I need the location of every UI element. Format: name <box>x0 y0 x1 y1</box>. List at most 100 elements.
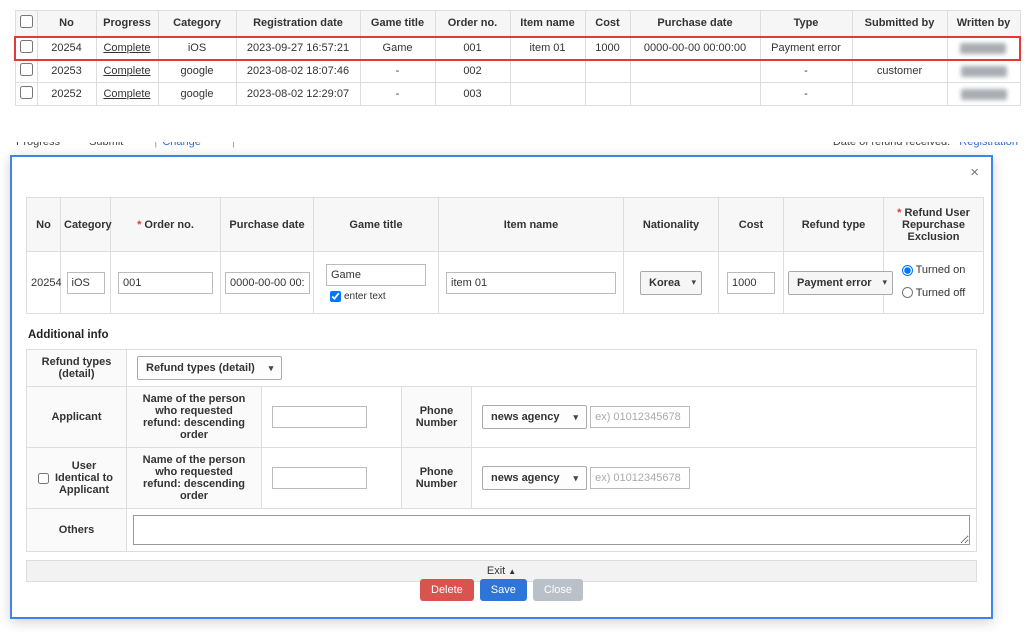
form-value-row: 20254 enter text <box>27 252 984 314</box>
col-header-item-name: Item name <box>510 11 585 37</box>
enter-text-option[interactable]: enter text <box>318 291 434 302</box>
col-header-type: Type <box>760 11 852 37</box>
form-header-game-title: Game title <box>314 198 439 252</box>
user-identical-checkbox[interactable] <box>38 473 49 484</box>
turned-off-label: Turned off <box>916 284 966 303</box>
turned-off-option[interactable]: Turned off <box>902 284 966 303</box>
form-header-row: No Category * Order no. Purchase date Ga… <box>27 198 984 252</box>
progress-link[interactable]: Complete <box>103 42 150 54</box>
turned-on-radio[interactable] <box>902 265 913 276</box>
required-mark: * <box>137 219 141 231</box>
cost-input[interactable] <box>727 272 775 294</box>
form-header-nationality: Nationality <box>624 198 719 252</box>
page: No Progress Category Registration date G… <box>0 0 1033 633</box>
form-header-order-no: * Order no. <box>111 198 221 252</box>
refund-received-label: Date of refund received: <box>833 142 950 148</box>
user-identical-label: User Identical to Applicant <box>53 460 115 496</box>
user-identical-cell: User Identical to Applicant <box>27 448 127 509</box>
applicant-phone-label: Phone Number <box>402 387 472 448</box>
applicant-name-input[interactable] <box>272 406 367 428</box>
turned-on-option[interactable]: Turned on <box>902 261 966 280</box>
chevron-up-icon: ▲ <box>508 567 516 576</box>
delete-button[interactable]: Delete <box>420 579 474 601</box>
change-link[interactable]: Change <box>162 142 201 148</box>
col-header-game-title: Game title <box>360 11 435 37</box>
backdrop-submit-label: Submit <box>89 142 123 148</box>
refund-types-dropdown[interactable]: Refund types (detail) ▾ <box>137 356 282 380</box>
refund-types-label: Refund types (detail) <box>27 350 127 387</box>
col-header-category: Category <box>158 11 236 37</box>
enter-text-checkbox[interactable] <box>330 291 341 302</box>
form-header-no: No <box>27 198 61 252</box>
nationality-select[interactable]: Korea <box>640 271 702 295</box>
refund-type-select[interactable]: Payment error <box>788 271 893 295</box>
applicant-name-label: Name of the person who requested refund:… <box>127 387 262 448</box>
others-label: Others <box>27 509 127 552</box>
redacted-written-by <box>960 43 1006 54</box>
progress-link[interactable]: Complete <box>103 65 150 77</box>
applicant-phone-input[interactable] <box>590 406 690 428</box>
backdrop-progress-label: Progress <box>16 142 60 148</box>
applicant-label: Applicant <box>27 387 127 448</box>
row-checkbox[interactable] <box>20 86 33 99</box>
close-button[interactable]: Close <box>533 579 583 601</box>
redacted-written-by <box>961 66 1007 77</box>
required-mark: * <box>897 207 901 219</box>
col-header-order-no: Order no. <box>435 11 510 37</box>
turned-off-radio[interactable] <box>902 287 913 298</box>
nationality-select-wrapper: Korea ▾ <box>640 271 702 295</box>
records-table: No Progress Category Registration date G… <box>14 10 1021 106</box>
form-header-purchase-date: Purchase date <box>221 198 314 252</box>
game-title-input[interactable] <box>326 264 426 286</box>
row-checkbox[interactable] <box>20 63 33 76</box>
redacted-written-by <box>961 89 1007 100</box>
form-header-category: Category <box>61 198 111 252</box>
row-checkbox[interactable] <box>20 40 33 53</box>
additional-info-table: Refund types (detail) Refund types (deta… <box>26 349 977 552</box>
chevron-down-icon: ▾ <box>573 412 578 423</box>
additional-info-title: Additional info <box>26 314 977 349</box>
user-name-input[interactable] <box>272 467 367 489</box>
others-textarea[interactable] <box>133 515 970 545</box>
user-name-label: Name of the person who requested refund:… <box>127 448 262 509</box>
refund-user-radio-group: Turned on Turned off <box>884 252 984 314</box>
close-icon[interactable]: × <box>970 165 979 180</box>
refund-detail-modal: × No Category * Order no. Purchase date … <box>10 155 993 619</box>
table-header-row: No Progress Category Registration date G… <box>15 11 1020 37</box>
purchase-date-input[interactable] <box>225 272 310 294</box>
select-all-checkbox[interactable] <box>20 15 33 28</box>
table-row[interactable]: 20253 Complete google 2023-08-02 18:07:4… <box>15 60 1020 83</box>
table-row-selected[interactable]: 20254 Complete iOS 2023-09-27 16:57:21 G… <box>15 37 1020 60</box>
table-row[interactable]: 20252 Complete google 2023-08-02 12:29:0… <box>15 83 1020 106</box>
form-header-item-name: Item name <box>439 198 624 252</box>
separator: | <box>232 142 235 148</box>
category-input[interactable] <box>67 272 105 294</box>
registration-link[interactable]: Registration <box>959 142 1018 148</box>
chevron-down-icon: ▾ <box>269 363 274 374</box>
refund-type-select-wrapper: Payment error ▾ <box>788 271 893 295</box>
applicant-row: Applicant Name of the person who request… <box>27 387 977 448</box>
refund-form-table: No Category * Order no. Purchase date Ga… <box>26 197 984 314</box>
backdrop-strip: Progress Submit | Change | Date of refun… <box>16 142 1018 154</box>
col-header-written-by: Written by <box>947 11 1020 37</box>
applicant-carrier-dropdown[interactable]: news agency ▾ <box>482 405 587 429</box>
order-no-input[interactable] <box>118 272 213 294</box>
save-button[interactable]: Save <box>480 579 527 601</box>
refund-types-row: Refund types (detail) Refund types (deta… <box>27 350 977 387</box>
turned-on-label: Turned on <box>916 261 966 280</box>
exit-label: Exit <box>487 565 505 577</box>
user-phone-input[interactable] <box>590 467 690 489</box>
col-header-registration-date: Registration date <box>236 11 360 37</box>
col-header-progress: Progress <box>96 11 158 37</box>
enter-text-label: enter text <box>344 291 386 302</box>
user-carrier-dropdown[interactable]: news agency ▾ <box>482 466 587 490</box>
progress-link[interactable]: Complete <box>103 88 150 100</box>
user-phone-label: Phone Number <box>402 448 472 509</box>
item-name-input[interactable] <box>446 272 616 294</box>
col-header-submitted-by: Submitted by <box>852 11 947 37</box>
user-identical-option[interactable]: User Identical to Applicant <box>33 460 120 496</box>
chevron-down-icon: ▾ <box>573 473 578 484</box>
separator: | <box>154 142 157 148</box>
form-header-refund-user: * Refund User Repurchase Exclusion <box>884 198 984 252</box>
backdrop-left: Progress Submit | Change | <box>16 142 237 148</box>
